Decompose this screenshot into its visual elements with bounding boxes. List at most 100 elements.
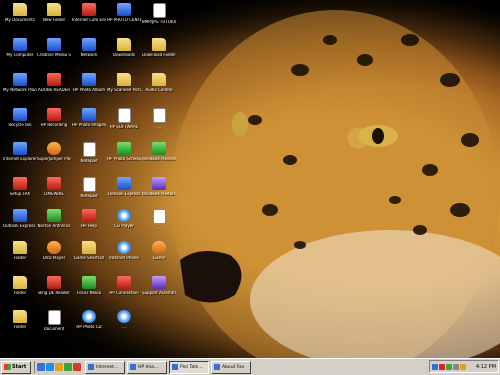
printer-icon[interactable] [460, 363, 466, 370]
doc-icon [82, 177, 96, 192]
desktop-icon-label: Folder [13, 291, 27, 295]
network-icon[interactable] [432, 363, 438, 370]
app-icon [82, 108, 96, 121]
desktop-icon[interactable]: My Network Places [3, 72, 37, 100]
red-icon [82, 209, 96, 222]
desktop-icon[interactable]: Recycle Bin [3, 107, 37, 135]
taskbar-button-label: Pict Talk... [180, 364, 203, 370]
desktop-icon[interactable]: Download Folder [142, 37, 176, 65]
desktop-icon[interactable]: My Scanned Pictures [107, 72, 141, 100]
desktop-icon[interactable]: Audio Control [142, 72, 176, 100]
desktop-icon[interactable]: Outlook Express Signature [3, 208, 37, 236]
desktop-icon-label: ADOBE READER [38, 88, 70, 92]
app-icon [47, 38, 61, 51]
windows-logo-icon [4, 364, 11, 370]
desktop-icon[interactable]: Document [37, 309, 71, 337]
app-icon [117, 177, 131, 190]
desktop-icon[interactable]: HP Help [72, 208, 106, 236]
desktop-icon[interactable]: ADOBE READER [37, 72, 71, 100]
desktop-icon-label: My Documents [5, 18, 35, 22]
desktop-icon[interactable]: HP Photo CD [72, 309, 106, 337]
media-player-icon[interactable] [64, 363, 72, 371]
desktop-icon[interactable]: Setup FAX [3, 176, 37, 204]
desktop-icon[interactable]: HP Photo Scheduler [107, 141, 141, 169]
desktop-icon[interactable]: Internet Phone [107, 240, 141, 268]
desktop-icon[interactable]: HP Photo Album [72, 72, 106, 100]
desktop-icon[interactable]: Creative Media Source [37, 37, 71, 65]
taskbar-button-label: Internet... [96, 364, 119, 370]
desktop-icon[interactable]: Norton AntiVirus [37, 208, 71, 236]
app-icon [13, 108, 27, 121]
volume-icon[interactable] [453, 363, 459, 370]
taskbar-button[interactable]: HP Ima... [127, 360, 167, 374]
taskbar-buttons: Internet... HP Ima... Pict Talk... About Fa… [85, 360, 251, 374]
app-launcher-icon[interactable] [73, 363, 81, 371]
desktop-icon-label: Outlook Express [107, 192, 141, 196]
desktop-icon[interactable]: My Documents [3, 2, 37, 30]
desktop-icon-label: Recycle Bin [8, 123, 32, 127]
desktop-icon[interactable]: Support Assistant [142, 275, 176, 303]
desktop-icon[interactable]: Windows Messenger [142, 141, 176, 169]
start-button[interactable]: Start [1, 360, 31, 374]
desktop-icon[interactable]: SuperJumper Player [37, 141, 71, 169]
desktop-icon[interactable]: Notepad [72, 141, 106, 169]
desktop-icon[interactable]: Folder [3, 275, 37, 303]
desktop-icon[interactable]: ... [142, 208, 176, 236]
desktop-icon[interactable]: HP Recording [37, 107, 71, 135]
desktop-icon[interactable]: Game [142, 240, 176, 268]
desktop-icon[interactable]: Notepad [72, 176, 106, 204]
clock[interactable]: 4:12 PM [476, 364, 496, 370]
red-icon [47, 276, 61, 289]
desktop-icon[interactable]: HP SOFTWARE [107, 107, 141, 135]
outlook-express-icon[interactable] [55, 363, 63, 371]
desktop-icon[interactable]: Downloads [107, 37, 141, 65]
folder-icon [47, 3, 61, 16]
update-icon[interactable] [446, 363, 452, 370]
desktop-icon[interactable]: Folder [3, 240, 37, 268]
desktop-icon[interactable]: Outlook Express [107, 176, 141, 204]
window-icon [88, 364, 94, 370]
taskbar-button[interactable]: Internet... [85, 360, 125, 374]
internet-explorer-icon[interactable] [46, 363, 54, 371]
desktop-icon[interactable]: Folder [3, 309, 37, 337]
desktop-icon-label: My Computer [6, 53, 34, 57]
desktop-icon[interactable]: ... [107, 309, 141, 337]
desktop-icon[interactable]: HP PHOTO CENTER [107, 2, 141, 30]
desktop-icon[interactable]: New Folder [37, 2, 71, 30]
quick-launch-bar [34, 361, 81, 373]
desktop-icon[interactable]: BMP/JPG TUTORIALS [142, 2, 176, 30]
taskbar-button[interactable]: About Fax [211, 360, 251, 374]
desktop-icon-label: New Folder [42, 18, 66, 22]
desktop-icon-label: Folder [13, 256, 27, 260]
desktop-icon-label: DVD Player [42, 256, 66, 260]
taskbar-button-label: HP Ima... [138, 364, 159, 370]
desktop-icon[interactable]: CD Player [107, 208, 141, 236]
desktop-icon-label: Game [153, 256, 165, 260]
desktop-icon-label: Notepad [80, 159, 98, 163]
red-icon [117, 276, 131, 289]
desktop-icon[interactable]: Internet Explorer [3, 141, 37, 169]
folder-icon [13, 241, 27, 254]
desktop-icon[interactable]: Bing DE Reader [37, 275, 71, 303]
doc-icon [117, 108, 131, 123]
desktop-icon-label: Downloads [113, 53, 135, 57]
desktop-icon[interactable]: HP Connection [107, 275, 141, 303]
desktop-icon[interactable]: Game Shortcut [72, 240, 106, 268]
desktop-icon[interactable]: My Computer [3, 37, 37, 65]
desktop-icon[interactable]: DVD Player [37, 240, 71, 268]
antivirus-icon[interactable] [439, 363, 445, 370]
taskbar-button[interactable]: Pict Talk... [169, 360, 209, 374]
desktop-icon[interactable]: Internet Cafe Edition [72, 2, 106, 30]
desktop-icon[interactable]: Focus Nokia [72, 275, 106, 303]
window-icon [214, 364, 220, 370]
desktop-icon[interactable]: LIMEWIRE [37, 176, 71, 204]
desktop-icon-label: My Network Places [3, 88, 37, 92]
desktop[interactable]: My Documents New Folder Internet Cafe Edit… [0, 0, 500, 358]
desktop-icon-label: HP PHOTO CENTER [107, 18, 141, 22]
desktop-icon-label: Norton AntiVirus [37, 224, 71, 228]
show-desktop-icon[interactable] [37, 363, 45, 371]
desktop-icon[interactable]: Network [72, 37, 106, 65]
desktop-icon[interactable]: Windows Media Player [142, 176, 176, 204]
desktop-icon[interactable]: ... [142, 107, 176, 135]
desktop-icon[interactable]: HP Photo Imaging [72, 107, 106, 135]
